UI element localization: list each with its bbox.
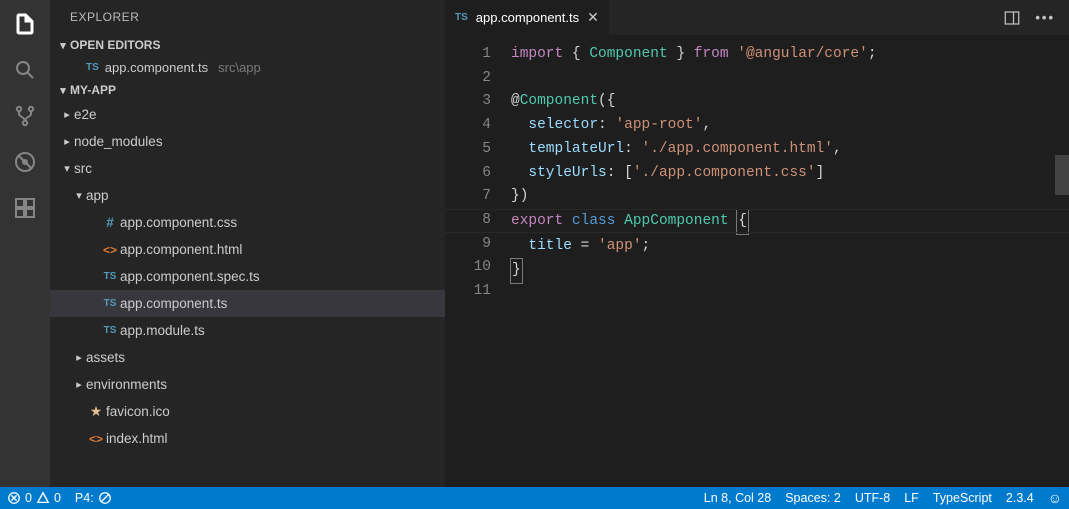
tree-file[interactable]: <>index.html [50, 425, 445, 452]
chevron-icon [60, 135, 74, 148]
warning-count: 0 [54, 491, 61, 505]
explorer-sidebar: EXPLORER OPEN EDITORS TS app.component.t… [50, 0, 445, 487]
css-icon: # [106, 215, 114, 230]
html-icon: <> [103, 243, 117, 257]
status-language[interactable]: TypeScript [926, 487, 999, 509]
tree-folder[interactable]: node_modules [50, 128, 445, 155]
chevron-icon [60, 162, 74, 175]
error-count: 0 [25, 491, 32, 505]
open-editor-name: app.component.ts [105, 60, 208, 75]
tree-item-label: environments [86, 377, 167, 392]
feedback-icon[interactable]: ☺ [1041, 487, 1069, 509]
tree-file[interactable]: TSapp.component.ts [50, 290, 445, 317]
tree-item-label: app.module.ts [120, 323, 205, 338]
tree-folder[interactable]: assets [50, 344, 445, 371]
typescript-icon: TS [104, 271, 117, 282]
status-p4[interactable]: P4: [68, 487, 119, 509]
source-control-icon[interactable] [11, 102, 39, 130]
typescript-icon: TS [104, 325, 117, 336]
tree-item-label: assets [86, 350, 125, 365]
open-editors-header[interactable]: OPEN EDITORS [50, 34, 445, 56]
tree-item-label: index.html [106, 431, 168, 446]
chevron-icon [60, 108, 74, 121]
sidebar-title: EXPLORER [50, 0, 445, 34]
tree-item-label: app.component.html [120, 242, 242, 257]
typescript-icon: TS [86, 62, 99, 73]
file-tree: e2enode_modulessrcapp#app.component.css<… [50, 101, 445, 487]
tree-file[interactable]: TSapp.module.ts [50, 317, 445, 344]
workspace-header[interactable]: MY-APP [50, 79, 445, 101]
overview-ruler[interactable] [1055, 35, 1069, 487]
tree-file[interactable]: TSapp.component.spec.ts [50, 263, 445, 290]
open-editor-path: src\app [218, 60, 261, 75]
editor-tab[interactable]: TS app.component.ts ✕ [445, 0, 610, 35]
status-errors[interactable]: 0 0 [0, 487, 68, 509]
typescript-icon: TS [455, 12, 468, 23]
tree-item-label: app.component.spec.ts [120, 269, 260, 284]
tree-folder[interactable]: e2e [50, 101, 445, 128]
tree-file[interactable]: <>app.component.html [50, 236, 445, 263]
chevron-down-icon [56, 39, 70, 52]
code-editor[interactable]: 1234567891011 import { Component } from … [445, 35, 1069, 487]
status-eol[interactable]: LF [897, 487, 926, 509]
favicon-icon: ★ [90, 403, 103, 420]
activity-bar [0, 0, 50, 487]
line-number-gutter: 1234567891011 [445, 35, 511, 487]
explorer-icon[interactable] [11, 10, 39, 38]
tree-item-label: favicon.ico [106, 404, 170, 419]
chevron-down-icon [56, 84, 70, 97]
split-editor-icon[interactable] [1003, 9, 1021, 27]
chevron-icon [72, 378, 86, 391]
tree-folder[interactable]: app [50, 182, 445, 209]
tab-title: app.component.ts [476, 10, 579, 25]
code-content[interactable]: import { Component } from '@angular/core… [511, 35, 1069, 487]
tree-item-label: app.component.css [120, 215, 237, 230]
open-editors-label: OPEN EDITORS [70, 38, 160, 52]
tree-folder[interactable]: environments [50, 371, 445, 398]
close-icon[interactable]: ✕ [587, 9, 599, 26]
extensions-icon[interactable] [11, 194, 39, 222]
search-icon[interactable] [11, 56, 39, 84]
chevron-icon [72, 351, 86, 364]
editor-group: TS app.component.ts ✕ ••• 1234567891011 … [445, 0, 1069, 487]
tree-item-label: app.component.ts [120, 296, 227, 311]
debug-icon[interactable] [11, 148, 39, 176]
status-bar: 0 0 P4: Ln 8, Col 28 Spaces: 2 UTF-8 LF … [0, 487, 1069, 509]
tree-item-label: node_modules [74, 134, 163, 149]
tree-file[interactable]: # app.component.css [50, 209, 445, 236]
chevron-icon [72, 189, 86, 202]
status-indent[interactable]: Spaces: 2 [778, 487, 848, 509]
tree-item-label: src [74, 161, 92, 176]
typescript-icon: TS [104, 298, 117, 309]
more-icon[interactable]: ••• [1035, 10, 1055, 25]
tab-bar: TS app.component.ts ✕ ••• [445, 0, 1069, 35]
tree-item-label: app [86, 188, 109, 203]
workspace-name: MY-APP [70, 83, 116, 97]
status-version[interactable]: 2.3.4 [999, 487, 1041, 509]
tree-item-label: e2e [74, 107, 97, 122]
html-icon: <> [89, 432, 103, 446]
tree-file[interactable]: ★favicon.ico [50, 398, 445, 425]
status-encoding[interactable]: UTF-8 [848, 487, 897, 509]
status-cursor-pos[interactable]: Ln 8, Col 28 [697, 487, 778, 509]
open-editor-item[interactable]: TS app.component.ts src\app [50, 56, 445, 79]
tree-folder[interactable]: src [50, 155, 445, 182]
